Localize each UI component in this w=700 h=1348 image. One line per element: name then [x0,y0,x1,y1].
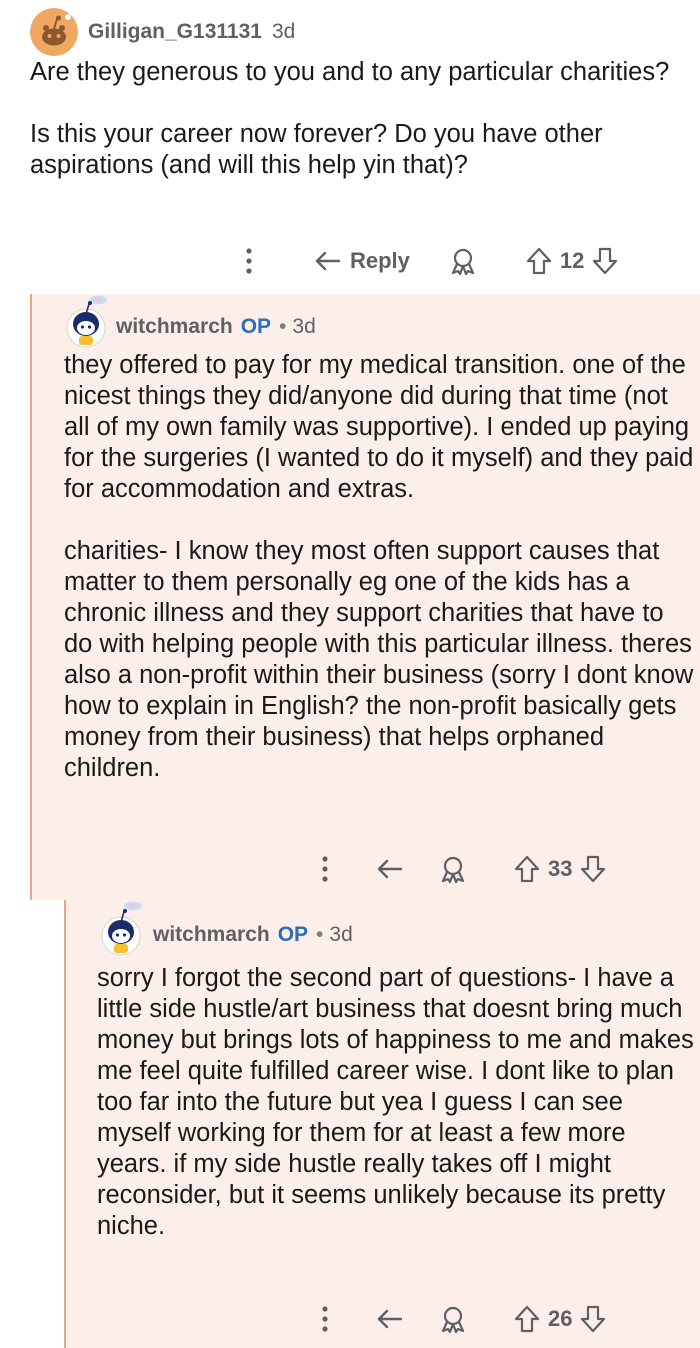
comment-actions: Reply 12 [236,246,618,276]
upvote-icon[interactable] [514,855,540,883]
custom-snoo-avatar [101,901,142,956]
comment-body: sorry I forgot the second part of questi… [97,964,694,1240]
vote-controls: 26 [514,1305,606,1333]
downvote-icon[interactable] [580,1305,606,1333]
comment-age: 3d [271,20,296,43]
reply-arrow-icon [377,1309,403,1329]
more-options-button[interactable] [312,1305,338,1333]
op-badge: OP [240,315,272,338]
comment-witchmarch-reply-2: witchmarch OP • 3d sorry I forgot the se… [64,900,700,1348]
more-options-icon [322,856,328,882]
upvote-icon[interactable] [514,1305,540,1333]
award-button[interactable] [448,246,478,276]
reply-label: Reply [350,248,410,273]
username[interactable]: Gilligan_G131131 [88,20,262,44]
comment-gilligan: Gilligan_G131131 3d Are they generous to… [0,0,700,294]
vote-count: 26 [548,1306,573,1331]
separator-dot: • [316,923,324,946]
award-icon [441,856,465,884]
reddit-snoo-avatar [30,8,78,56]
comment-age: 3d [329,923,353,946]
vote-count: 12 [559,248,585,273]
comment-body: Are they generous to you and to any part… [30,58,670,179]
comment-header: witchmarch OP • 3d [99,900,353,958]
username[interactable]: witchmarch [153,923,270,947]
user-avatar[interactable] [30,8,78,56]
vote-controls: 33 [514,855,606,883]
username[interactable]: witchmarch [116,315,233,339]
award-button[interactable] [438,1304,468,1334]
op-badge: OP [277,923,309,946]
reply-button[interactable] [376,1307,404,1331]
reply-button[interactable]: Reply [314,248,410,274]
award-icon [451,248,475,276]
user-avatar[interactable] [64,294,112,350]
vote-count: 33 [548,856,573,881]
downvote-icon[interactable] [580,855,606,883]
comment-actions: 33 [312,854,606,884]
reply-arrow-icon [315,251,341,271]
award-button[interactable] [438,854,468,884]
comment-age: 3d [292,315,316,338]
award-icon [441,1306,465,1334]
more-options-icon [322,1306,328,1332]
reply-arrow-icon [377,859,403,879]
comment-header: Gilligan_G131131 3d [30,8,295,56]
more-options-icon [246,248,252,274]
custom-snoo-avatar [66,295,107,348]
comment-witchmarch-reply-1: witchmarch OP • 3d they offered to pay f… [30,294,700,900]
downvote-icon[interactable] [592,247,618,275]
comment-body: they offered to pay for my medical trans… [64,351,694,782]
vote-controls: 12 [526,247,618,275]
separator-dot: • [279,315,287,338]
user-avatar[interactable] [99,900,147,958]
comment-actions: 26 [312,1304,606,1334]
more-options-button[interactable] [236,247,262,275]
comment-header: witchmarch OP • 3d [64,294,316,350]
more-options-button[interactable] [312,855,338,883]
upvote-icon[interactable] [526,247,552,275]
reply-button[interactable] [376,857,404,881]
